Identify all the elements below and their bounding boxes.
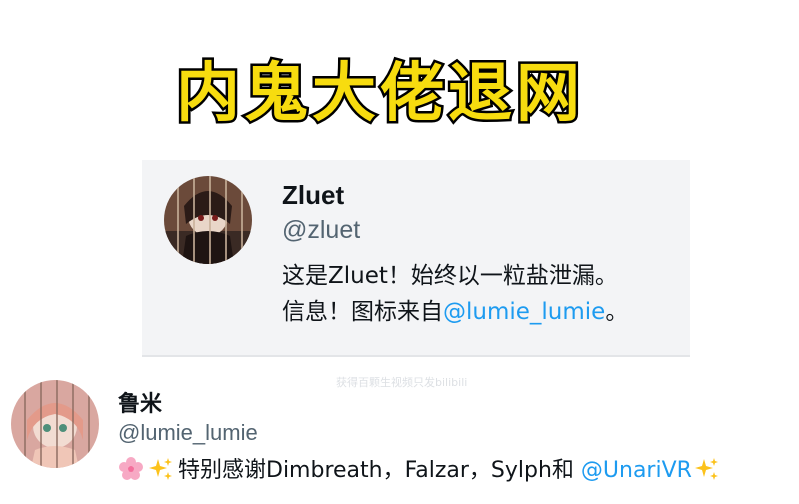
bio-line-2-prefix: 信息！图标来自 — [282, 299, 443, 325]
lumie-avatar[interactable] — [11, 380, 99, 468]
bio-line-1: 这是Zluet！始终以一粒盐泄漏。 — [282, 263, 618, 289]
post-text: 特别感谢Dimbreath，Falzar，Sylph和 @UnariVR — [118, 454, 720, 488]
profile-name[interactable]: Zluet — [282, 180, 344, 211]
post-mention-link[interactable]: @UnariVR — [581, 458, 692, 483]
bio-line-2: 信息！图标来自@lumie_lumie。 — [282, 294, 628, 330]
profile-bio: 这是Zluet！始终以一粒盐泄漏。 信息！图标来自@lumie_lumie。 — [282, 258, 628, 330]
sparkles-icon — [148, 456, 174, 482]
post-text-body: 特别感谢Dimbreath，Falzar，Sylph和 — [178, 458, 581, 483]
zluet-avatar[interactable] — [164, 176, 252, 264]
bio-line-2-suffix: 。 — [605, 299, 629, 325]
banner-title: 内鬼大佬退网 — [174, 55, 584, 134]
post-author-name[interactable]: 鲁米 — [118, 386, 162, 418]
watermark-text: 获得百颗生视频只发bilibili — [336, 376, 468, 389]
bio-mention-link[interactable]: @lumie_lumie — [443, 299, 605, 325]
profile-card[interactable]: Zluet @zluet 这是Zluet！始终以一粒盐泄漏。 信息！图标来自@l… — [142, 160, 690, 357]
sparkles-icon — [694, 456, 720, 482]
post-author-handle[interactable]: @lumie_lumie — [118, 420, 258, 446]
profile-handle[interactable]: @zluet — [282, 216, 360, 245]
cherry-blossom-icon — [118, 456, 144, 482]
